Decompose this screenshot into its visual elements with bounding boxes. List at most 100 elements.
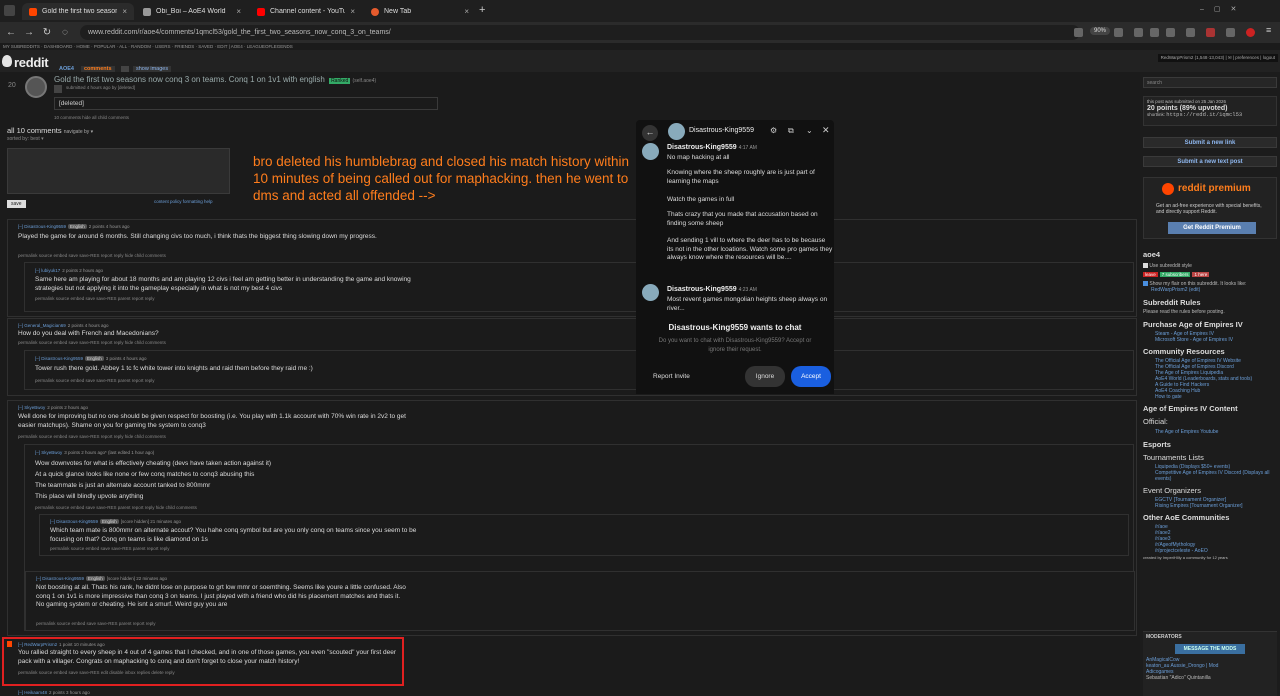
submit-text-button[interactable]: Submit a new text post (1143, 156, 1277, 167)
message-author[interactable]: Disastrous-King9559 (667, 286, 737, 293)
comment-author[interactable]: [–] Disastrous-King9559 (50, 519, 98, 524)
comment-links[interactable]: permalink source embed save save-RES par… (35, 296, 155, 301)
tab-aoe4world[interactable]: Obi_Boi – AoE4 World × (136, 3, 248, 20)
checkbox-checked-icon[interactable] (1143, 281, 1148, 287)
address-bar[interactable]: www.reddit.com/r/aoe4/comments/1qmcl53/g… (80, 25, 1080, 40)
sort-by[interactable]: sorted by: best ▾ (7, 136, 44, 142)
firefox-favicon-icon (371, 7, 379, 16)
new-tab-plus-icon[interactable]: + (479, 4, 485, 16)
comment-links[interactable]: permalink source embed save save-RES par… (35, 378, 155, 383)
users-here: 1 here (1192, 272, 1210, 277)
checkbox-icon[interactable] (1143, 263, 1148, 269)
comment-author[interactable]: [–] SkyeBwoy (18, 405, 45, 410)
reader-icon[interactable] (1074, 28, 1083, 37)
comment-author[interactable]: [–] SkyeBwoy (35, 450, 62, 455)
extensions-icon[interactable] (1166, 28, 1175, 37)
comment-links[interactable]: permalink source embed save save-RES rep… (18, 434, 166, 439)
user-info[interactable]: RedWarpPrism2 (1,548·13,043) | ✉ | prefe… (1157, 54, 1278, 62)
post-thumbnail[interactable] (25, 76, 47, 98)
comment: [–] Disastrous-King9559 English [score h… (25, 571, 1135, 631)
ignore-button[interactable]: Ignore (745, 366, 785, 387)
zoom-level[interactable]: 90% (1090, 27, 1111, 35)
comment-header: [–] SkyeBwoy 3 points 2 hours ago* (last… (35, 449, 154, 456)
sidebar-link[interactable]: Microsoft Store - Age of Empires IV (1155, 337, 1277, 343)
shortlink[interactable]: https://redd.it/1qmcl53 (1166, 111, 1242, 118)
purchase-heading: Purchase Age of Empires IV (1143, 320, 1243, 329)
comment-textarea[interactable] (7, 148, 230, 194)
submit-link-button[interactable]: Submit a new link (1143, 137, 1277, 148)
post-links[interactable]: 10 comments hide all child comments (54, 115, 129, 120)
leave-button[interactable]: leave (1143, 272, 1158, 277)
avatar[interactable] (642, 143, 659, 160)
menu-icon[interactable]: ≡ (1266, 25, 1275, 35)
comment-author[interactable]: [–] General_Magician69 (18, 323, 66, 328)
expando-icon[interactable] (54, 85, 62, 93)
comment-author[interactable]: [–] Disastrous-King9559 (36, 576, 84, 581)
chevron-down-icon[interactable]: ⌄ (806, 126, 813, 135)
avatar[interactable] (668, 123, 685, 140)
navigate-by[interactable]: navigate by ▾ (64, 129, 93, 135)
sidebar-link[interactable]: Competitive Age of Empires IV Discord (D… (1155, 470, 1277, 482)
extension-icon[interactable] (1226, 28, 1235, 37)
flair-preview[interactable]: RedWarpPrism2 (edit) (1151, 287, 1277, 293)
reload-icon[interactable]: ↻ (40, 27, 54, 38)
report-invite-button[interactable]: Report Invite (653, 373, 690, 380)
forward-arrow-icon[interactable]: → (22, 27, 36, 38)
comment-author[interactable]: [–] Heikaam48 (18, 690, 47, 695)
message-mods-button[interactable]: MESSAGE THE MODS (1175, 644, 1245, 654)
save-button[interactable]: save (7, 200, 26, 208)
back-arrow-icon[interactable]: ← (642, 125, 658, 141)
extension-record-icon[interactable] (1246, 28, 1255, 37)
message-author[interactable]: Disastrous-King9559 (667, 144, 737, 151)
post-domain[interactable]: (self.aoe4) (353, 78, 377, 84)
get-premium-button[interactable]: Get Reddit Premium (1168, 222, 1256, 234)
close-icon[interactable]: ✕ (822, 125, 830, 136)
comment-links[interactable]: permalink source embed save save-RES par… (50, 546, 170, 551)
aoe4world-favicon-icon (143, 7, 151, 16)
close-icon[interactable]: × (236, 7, 241, 16)
tab-reddit[interactable]: Gold the first two seasons now × (22, 3, 134, 20)
sidebar-link[interactable]: The Age of Empires Youtube (1155, 429, 1277, 435)
comment-links[interactable]: permalink source embed save save-RES par… (36, 621, 156, 626)
comment-author[interactable]: [–] lubiyuk17 (35, 268, 60, 273)
sidebar-link[interactable]: How to gate (1155, 394, 1277, 400)
comment-meta: 3 points 2 hours ago* (last edited 1 hou… (64, 450, 155, 455)
comment-author[interactable]: [–] Disastrous-King9559 (18, 224, 66, 229)
comment: [–] General_Magician69 2 points 4 hours … (7, 318, 1137, 396)
comment-links[interactable]: permalink source embed save save-RES rep… (18, 253, 166, 258)
back-arrow-icon[interactable]: ← (4, 27, 18, 38)
accept-button[interactable]: Accept (791, 366, 831, 387)
extension-red-icon[interactable] (1206, 28, 1215, 37)
search-input[interactable]: search (1143, 77, 1277, 88)
account-icon[interactable] (1186, 28, 1195, 37)
subreddit-bar[interactable]: MY SUBREDDITS · DASHBOARD · HOME · POPUL… (0, 43, 1280, 50)
tab-youtube[interactable]: Channel content - YouTube Stu × (250, 3, 362, 20)
reddit-logo[interactable]: reddit (14, 55, 49, 70)
tab-list-icon[interactable] (4, 5, 15, 16)
shield-ext-icon[interactable] (1134, 28, 1143, 37)
annotation-text: bro deleted his humblebrag and closed hi… (253, 154, 629, 203)
sidebar-link[interactable]: Rising Empires [Tournament Organizer] (1155, 503, 1277, 509)
comment-links[interactable]: permalink source embed save save-RES par… (35, 505, 197, 510)
close-icon[interactable]: × (464, 7, 469, 16)
comment-author[interactable]: [–] Disastrous-King9559 (35, 356, 83, 361)
window-controls[interactable]: –▢✕ (1200, 5, 1246, 13)
downloads-icon[interactable] (1150, 28, 1159, 37)
tab-new[interactable]: New Tab × (364, 3, 476, 20)
chat-user-name[interactable]: Disastrous-King9559 (689, 127, 754, 134)
all-comments-label: all 10 comments navigate by ▾ (7, 126, 93, 135)
close-icon[interactable]: × (122, 7, 127, 16)
open-external-icon[interactable]: ⧉ (788, 126, 794, 136)
sidebar-link[interactable]: /r/projectceleste - AoEO (1155, 548, 1277, 554)
reddit-alien-icon[interactable] (2, 55, 12, 67)
moderator-flair: Sebastian "Adico" Quintanilla (1146, 675, 1211, 681)
post-title[interactable]: Gold the first two seasons now conq 3 on… (54, 75, 376, 84)
gear-icon[interactable]: ⚙ (770, 126, 777, 135)
close-icon[interactable]: × (350, 7, 355, 16)
user-flair: English (85, 576, 105, 581)
bookmark-star-icon[interactable] (1114, 28, 1123, 37)
avatar[interactable] (642, 284, 659, 301)
content-policy-links[interactable]: content policy formatting help (154, 199, 213, 204)
comment-links[interactable]: permalink source embed save save-RES rep… (18, 340, 166, 345)
post-title-text[interactable]: Gold the first two seasons now conq 3 on… (54, 75, 325, 84)
